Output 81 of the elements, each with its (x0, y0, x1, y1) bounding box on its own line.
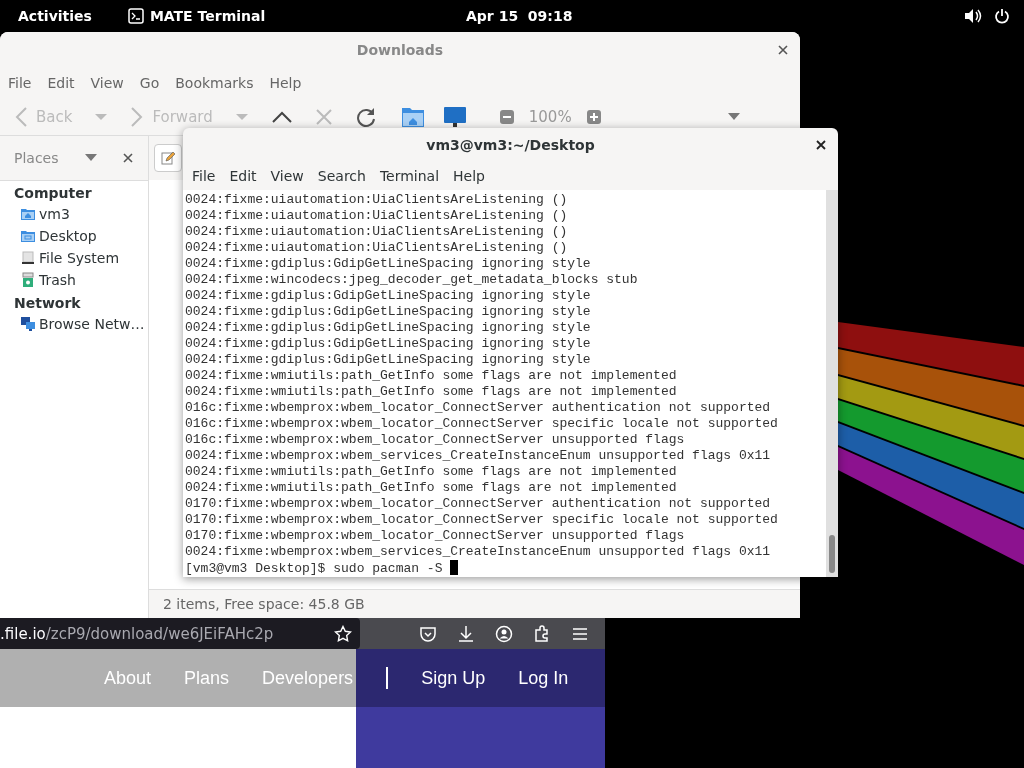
terminal-line: 0024:fixme:uiautomation:UiaClientsAreListening () (185, 224, 569, 240)
close-icon[interactable] (122, 153, 133, 163)
terminal-line: 016c:fixme:wbemprox:wbem_locator_ConnectServer authentication not supported (185, 400, 772, 416)
terminal-line: 0024:fixme:wincodecs:jpeg_decoder_get_metadata_blocks stub (185, 272, 639, 288)
terminal-line: 0024:fixme:gdiplus:GdipGetLineSpacing ignoring style (185, 256, 592, 272)
edit-location-button[interactable] (154, 144, 182, 172)
terminal-line: 0170:fixme:wbemprox:wbem_locator_ConnectServer specific locale not supported (185, 512, 779, 528)
menu-item[interactable]: File (185, 168, 223, 184)
power-icon[interactable] (994, 8, 1010, 24)
terminal-line: 0024:fixme:uiautomation:UiaClientsAreListening () (185, 192, 569, 208)
terminal-line: 0024:fixme:gdiplus:GdipGetLineSpacing ignoring style (185, 288, 592, 304)
download-icon[interactable] (457, 624, 475, 643)
terminal-line: 016c:fixme:wbemprox:wbem_locator_ConnectServer unsupported flags (185, 432, 686, 448)
clock[interactable]: Apr 15 09:18 (466, 8, 573, 24)
menu-item[interactable]: Edit (222, 168, 264, 184)
menu-item[interactable]: File (0, 75, 40, 91)
dropdown-icon[interactable] (727, 112, 740, 121)
extensions-icon[interactable] (533, 624, 551, 643)
terminal-line: 0024:fixme:wbemprox:wbem_services_CreateInstanceEnum unsupported flags 0x11 (185, 448, 772, 464)
terminal-line: 0024:fixme:gdiplus:GdipGetLineSpacing ignoring style (185, 336, 592, 352)
chevron-right-icon (130, 105, 145, 128)
terminal-line: 0024:fixme:uiautomation:UiaClientsAreListening () (185, 208, 569, 224)
chevron-left-icon (14, 105, 28, 128)
address-bar[interactable]: .file.io/zcP9/download/we6JEiFAHc2p (0, 618, 360, 649)
zoom-in-icon[interactable] (585, 108, 602, 125)
menu-item[interactable]: Edit (39, 75, 83, 91)
bookmark-star-icon[interactable] (334, 624, 352, 643)
sidebar-item[interactable]: Desktop (39, 228, 97, 244)
terminal-line: 0024:fixme:wmiutils:path_GetInfo some flags are not implemented (185, 464, 678, 480)
terminal-line: 0024:fixme:gdiplus:GdipGetLineSpacing ignoring style (185, 304, 592, 320)
pocket-icon[interactable] (419, 624, 437, 643)
sidebar-item[interactable]: vm3 (39, 206, 70, 222)
menu-item[interactable]: Bookmarks (167, 75, 262, 91)
terminal-line: 0170:fixme:wbemprox:wbem_locator_ConnectServer authentication not supported (185, 496, 772, 512)
menu-item[interactable]: Help (446, 168, 492, 184)
sidebar-item[interactable]: Browse Netw… (39, 316, 145, 332)
menu-item[interactable]: Search (310, 168, 373, 184)
menu-item[interactable]: View (263, 168, 311, 184)
terminal-line: 0170:fixme:wbemprox:wbem_locator_ConnectServer unsupported flags (185, 528, 686, 544)
section-heading: Network (13, 294, 82, 313)
terminal-line: 0024:fixme:wmiutils:path_GetInfo some flags are not implemented (185, 384, 678, 400)
terminal-prompt[interactable]: [vm3@vm3 Desktop]$ sudo pacman -S (185, 561, 443, 576)
window-title: vm3@vm3:~/Desktop (426, 137, 595, 153)
pencil-icon (161, 151, 175, 165)
window-title: Downloads (356, 42, 444, 58)
terminal-line: 0024:fixme:wmiutils:path_GetInfo some flags are not implemented (185, 480, 678, 496)
status-bar: 2 items, Free space: 45.8 GB (149, 589, 800, 618)
dropdown-icon[interactable] (84, 154, 97, 162)
menu-item[interactable]: Go (131, 75, 168, 91)
terminal-line: 016c:fixme:wbemprox:wbem_locator_ConnectServer specific locale not supported (185, 416, 779, 432)
terminal-line: 0024:fixme:wbemprox:wbem_services_CreateInstanceEnum unsupported flags 0x11 (185, 544, 772, 560)
desktop-folder-icon (20, 228, 36, 244)
caret-icon (94, 112, 109, 121)
scrollbar-thumb[interactable] (829, 535, 835, 573)
account-link[interactable]: Sign Up (421, 667, 486, 689)
account-link[interactable]: Log In (518, 667, 569, 689)
section-heading: Computer (13, 184, 93, 203)
menu-item[interactable]: Help (261, 75, 310, 91)
network-icon (20, 316, 36, 332)
zoom-out-icon[interactable] (498, 108, 515, 125)
account-icon[interactable] (495, 624, 513, 643)
text-cursor (450, 560, 459, 575)
close-icon[interactable] (816, 140, 826, 150)
terminal-icon (127, 8, 144, 24)
terminal-line: 0024:fixme:uiautomation:UiaClientsAreListening () (185, 240, 569, 256)
terminal-line: 0024:fixme:wmiutils:path_GetInfo some flags are not implemented (185, 368, 678, 384)
volume-icon[interactable] (964, 8, 982, 24)
close-icon[interactable] (778, 45, 788, 55)
caret-icon (234, 112, 249, 121)
sidebar-item[interactable]: File System (39, 250, 120, 266)
terminal-line: 0024:fixme:gdiplus:GdipGetLineSpacing ignoring style (185, 320, 592, 336)
home-folder-icon (20, 206, 36, 222)
terminal-line: 0024:fixme:gdiplus:GdipGetLineSpacing ignoring style (185, 352, 592, 368)
drive-icon (20, 250, 36, 266)
app-menu-label[interactable]: MATE Terminal (149, 8, 266, 24)
menu-item[interactable]: View (82, 75, 132, 91)
menu-item[interactable]: Terminal (372, 168, 447, 184)
activities-button[interactable]: Activities (18, 8, 92, 24)
sidebar-item[interactable]: Trash (39, 272, 76, 288)
monitor-icon[interactable] (442, 104, 467, 129)
trash-icon (20, 272, 36, 288)
